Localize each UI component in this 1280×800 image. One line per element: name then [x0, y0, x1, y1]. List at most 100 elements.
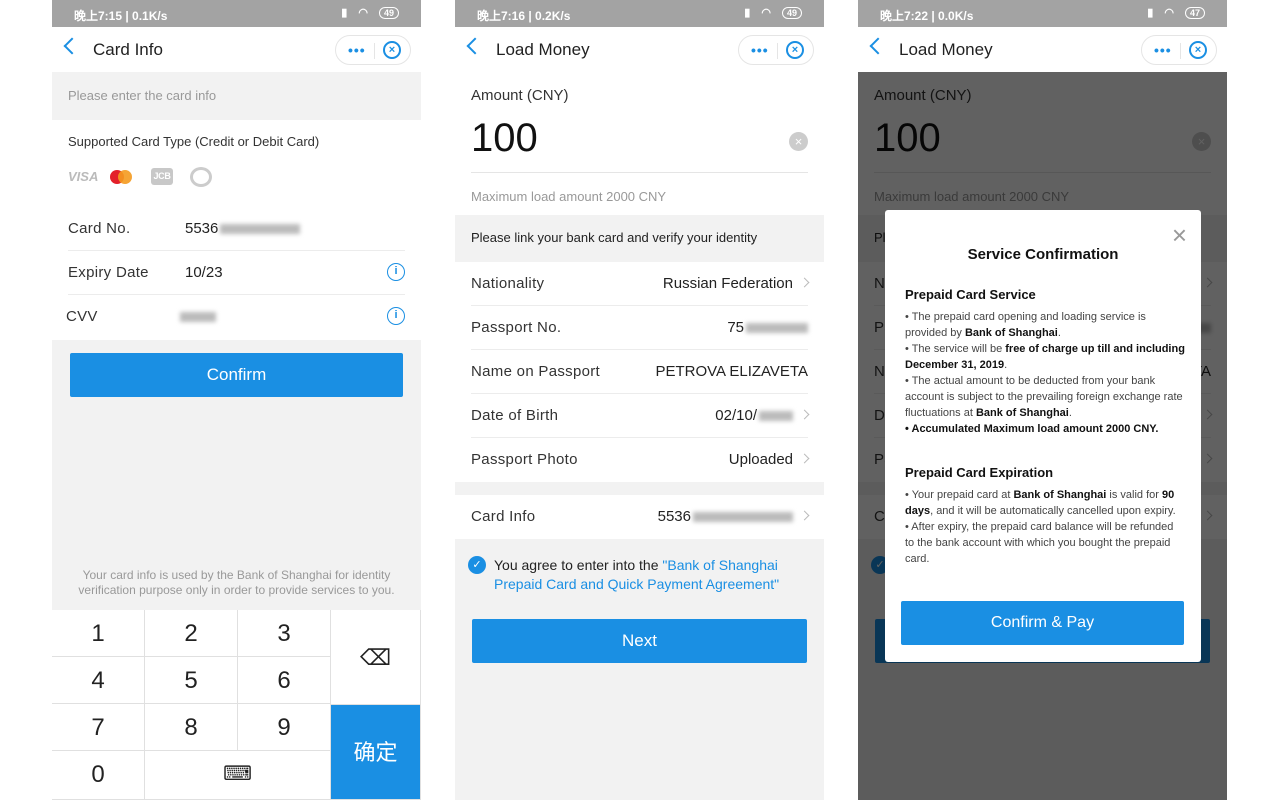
card-form: Supported Card Type (Credit or Debit Car…	[52, 120, 421, 340]
battery-icon: 49	[781, 7, 802, 19]
row-label: Date of Birth	[471, 407, 559, 424]
confirm-pay-button[interactable]: Confirm & Pay	[901, 601, 1184, 645]
service-confirmation-screen: 晚上7:22 | 0.0K/s▮ ◠ 47 Load Money •••× Am…	[858, 0, 1227, 800]
mini-app-capsule: ••• ×	[335, 35, 411, 65]
chevron-right-icon	[799, 409, 810, 420]
status-icons: ▮ ◠ 49	[341, 6, 399, 19]
row-label: Nationality	[471, 275, 545, 292]
card-info-screen: 晚上7:15 | 0.1K/s ▮ ◠ 49 Card Info ••• × Ple…	[52, 0, 421, 800]
row-value: 5536	[657, 508, 691, 525]
field-value: 5536	[185, 220, 219, 237]
card-number-field[interactable]: Card No. 5536	[52, 207, 421, 251]
row-value: 02/10/	[715, 407, 757, 424]
row-label: Passport Photo	[471, 451, 578, 468]
bullet-item: • The service will be free of charge up …	[905, 343, 1185, 371]
name-row[interactable]: Name on Passport PETROVA ELIZAVETA	[455, 350, 824, 394]
enter-key[interactable]: 确定	[331, 705, 421, 800]
battery-icon: 47	[1184, 7, 1205, 19]
key-3[interactable]: 3	[238, 610, 331, 657]
status-bar: 晚上7:16 | 0.2K/s ▮ ◠ 49	[455, 0, 824, 27]
row-value: Russian Federation	[662, 275, 793, 292]
info-icon[interactable]: i	[387, 263, 405, 281]
key-7[interactable]: 7	[52, 704, 145, 751]
load-money-screen: 晚上7:16 | 0.2K/s ▮ ◠ 49 Load Money ••• × Am…	[455, 0, 824, 800]
page-title: Card Info	[93, 40, 163, 59]
status-bar: 晚上7:22 | 0.0K/s ▮ ◠ 47	[858, 0, 1227, 27]
page-title: Load Money	[899, 40, 993, 59]
key-2[interactable]: 2	[145, 610, 238, 657]
status-time: 晚上7:22 | 0.0K/s	[880, 9, 974, 23]
confirm-button[interactable]: Confirm	[70, 353, 403, 397]
back-icon[interactable]	[869, 37, 887, 55]
passport-no-row[interactable]: Passport No. 75	[455, 306, 824, 350]
expiry-date-field[interactable]: Expiry Date 10/23 i	[52, 251, 421, 295]
battery-icon: 49	[378, 7, 399, 19]
link-notice: Please link your bank card and verify yo…	[471, 230, 758, 245]
bullet-item: • Accumulated Maximum load amount 2000 C…	[905, 423, 1159, 435]
field-value: 10/23	[185, 264, 223, 281]
max-amount-note: Maximum load amount 2000 CNY	[471, 189, 667, 204]
field-label: Card No.	[68, 220, 131, 237]
back-icon[interactable]	[466, 37, 484, 55]
next-button[interactable]: Next	[472, 619, 807, 663]
status-bar: 晚上7:15 | 0.1K/s ▮ ◠ 49	[52, 0, 421, 27]
passport-photo-row[interactable]: Passport Photo Uploaded	[455, 438, 824, 482]
keyboard-toggle-icon[interactable]: ⌨	[145, 751, 331, 800]
more-icon[interactable]: •••	[751, 42, 769, 58]
clear-icon[interactable]: ×	[789, 132, 808, 151]
amount-label: Amount (CNY)	[471, 87, 569, 104]
diners-icon	[190, 167, 212, 187]
amount-input[interactable]: 100	[471, 116, 538, 161]
back-icon[interactable]	[63, 37, 81, 55]
date-of-birth-row[interactable]: Date of Birth 02/10/	[455, 394, 824, 438]
row-value: 75	[727, 319, 744, 336]
key-6[interactable]: 6	[238, 657, 331, 704]
backspace-icon[interactable]: ⌫	[331, 610, 421, 705]
field-label: CVV	[66, 308, 98, 325]
row-label: Card Info	[471, 508, 536, 525]
numeric-keypad: 1 2 3 4 5 6 7 8 9 0 ⌨ ⌫ 确定	[52, 610, 421, 800]
supported-label: Supported Card Type (Credit or Debit Car…	[68, 134, 320, 149]
header: Load Money ••• ×	[858, 27, 1227, 72]
chevron-right-icon	[799, 277, 810, 288]
key-4[interactable]: 4	[52, 657, 145, 704]
bullet-item: • Your prepaid card at Bank of Shanghai …	[905, 489, 1176, 517]
service-confirmation-dialog: × Service Confirmation Prepaid Card Serv…	[885, 210, 1201, 662]
key-0[interactable]: 0	[52, 751, 145, 800]
header: Load Money ••• ×	[455, 27, 824, 72]
mini-app-capsule: ••• ×	[738, 35, 814, 65]
status-time: 晚上7:16 | 0.2K/s	[477, 9, 571, 23]
agree-prefix: You agree to enter into the	[494, 557, 663, 573]
more-icon[interactable]: •••	[348, 42, 366, 58]
section-body: • The prepaid card opening and loading s…	[905, 309, 1185, 437]
amount-section: Amount (CNY) 100 × Maximum load amount 2…	[455, 72, 824, 215]
card-info-row[interactable]: Card Info 5536	[455, 495, 824, 539]
section-body: • Your prepaid card at Bank of Shanghai …	[905, 487, 1185, 567]
section-heading: Prepaid Card Service	[905, 287, 1036, 302]
close-mini-app-icon[interactable]: ×	[786, 41, 804, 59]
key-5[interactable]: 5	[145, 657, 238, 704]
key-1[interactable]: 1	[52, 610, 145, 657]
info-icon[interactable]: i	[387, 307, 405, 325]
close-mini-app-icon[interactable]: ×	[1189, 41, 1207, 59]
page-title: Load Money	[496, 40, 590, 59]
nationality-row[interactable]: Nationality Russian Federation	[455, 262, 824, 306]
dialog-title: Service Confirmation	[967, 246, 1119, 263]
mastercard-icon-part	[118, 170, 132, 184]
agreement-text: You agree to enter into the "Bank of Sha…	[494, 556, 794, 594]
row-label: Passport No.	[471, 319, 562, 336]
key-8[interactable]: 8	[145, 704, 238, 751]
chevron-right-icon	[799, 453, 810, 464]
cvv-field[interactable]: CVV i	[52, 295, 421, 339]
section-heading: Prepaid Card Expiration	[905, 465, 1054, 480]
mini-app-capsule: ••• ×	[1141, 35, 1217, 65]
key-9[interactable]: 9	[238, 704, 331, 751]
more-icon[interactable]: •••	[1154, 42, 1172, 58]
close-mini-app-icon[interactable]: ×	[383, 41, 401, 59]
row-label: Name on Passport	[471, 363, 601, 380]
row-value: Uploaded	[728, 451, 793, 468]
header: Card Info ••• ×	[52, 27, 421, 72]
field-label: Expiry Date	[68, 264, 149, 281]
chevron-right-icon	[799, 510, 810, 521]
agree-checkbox[interactable]: ✓	[468, 556, 486, 574]
